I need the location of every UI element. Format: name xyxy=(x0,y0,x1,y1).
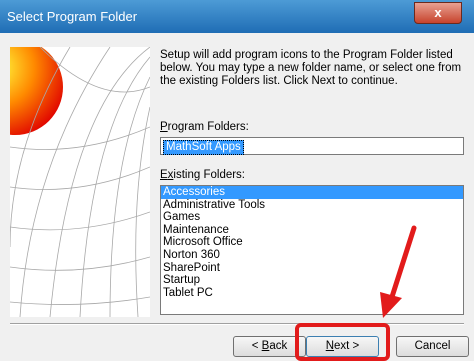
existing-folders-label: Existing Folders: xyxy=(160,169,246,181)
title-bar[interactable]: Select Program Folder x xyxy=(0,0,474,33)
list-item[interactable]: Tablet PC xyxy=(161,287,463,300)
list-item[interactable]: Microsoft Office xyxy=(161,236,463,249)
cancel-button[interactable]: Cancel xyxy=(396,336,469,357)
existing-folders-list[interactable]: Accessories Administrative Tools Games M… xyxy=(160,185,464,315)
button-separator xyxy=(10,323,464,325)
setup-dialog: Select Program Folder x Setup will add p… xyxy=(0,0,474,361)
globe-sun-artwork xyxy=(10,47,150,317)
close-button[interactable]: x xyxy=(414,2,462,24)
list-item[interactable]: Accessories xyxy=(161,186,463,199)
list-item[interactable]: Startup xyxy=(161,274,463,287)
annotation-highlight-box xyxy=(295,323,390,361)
list-item[interactable]: Maintenance xyxy=(161,224,463,237)
list-item[interactable]: Norton 360 xyxy=(161,249,463,262)
setup-description: Setup will add program icons to the Prog… xyxy=(160,49,462,87)
program-folder-value: MathSoft Apps xyxy=(163,140,244,155)
sun-shape xyxy=(10,47,63,135)
list-item[interactable]: Administrative Tools xyxy=(161,199,463,212)
setup-artwork-panel xyxy=(10,47,150,317)
list-item[interactable]: Games xyxy=(161,211,463,224)
window-title: Select Program Folder xyxy=(7,9,138,24)
program-folders-label: Program Folders: xyxy=(160,121,249,133)
list-item[interactable]: SharePoint xyxy=(161,262,463,275)
close-icon: x xyxy=(434,5,442,20)
program-folder-input[interactable]: MathSoft Apps xyxy=(160,137,464,155)
